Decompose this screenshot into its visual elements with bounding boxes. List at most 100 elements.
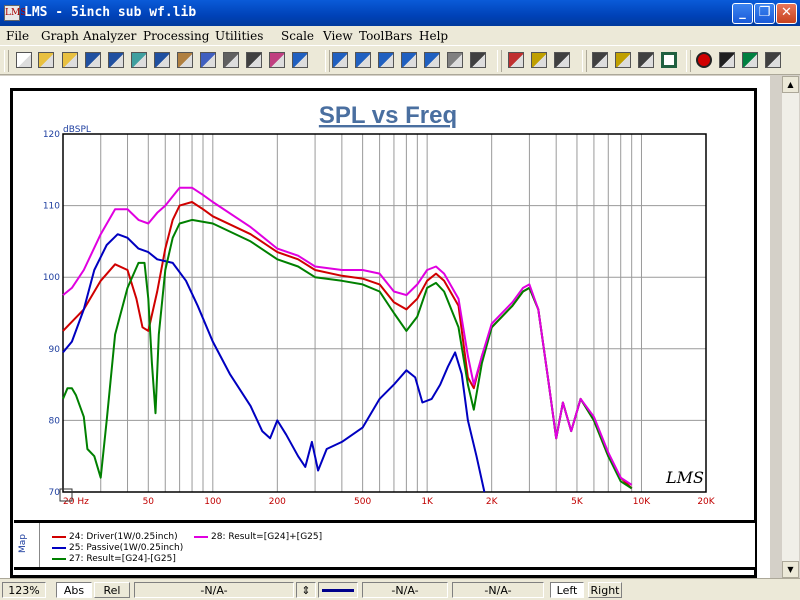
toolbar-grip[interactable] xyxy=(4,50,9,72)
y-tick-label: 110 xyxy=(43,202,60,212)
menu-utilities[interactable]: Utilities xyxy=(215,29,263,43)
legend-item-27[interactable]: 27: Result=[G24]-[G25] xyxy=(52,554,176,564)
menu-toolbars[interactable]: ToolBars xyxy=(359,29,412,43)
zoom-out-icon[interactable] xyxy=(332,52,348,68)
legend-label: 25: Passive(1W/0.25inch) xyxy=(69,543,184,553)
close-button[interactable]: ✕ xyxy=(776,3,797,24)
y-tick-label: 70 xyxy=(49,488,61,498)
x-tick-label: 1K xyxy=(421,497,434,507)
menu-scale[interactable]: Scale xyxy=(281,29,314,43)
menu-file[interactable]: File xyxy=(6,29,29,43)
x-tick-label: 20 Hz xyxy=(63,497,89,507)
stop-icon[interactable] xyxy=(661,52,677,68)
overlay-icon[interactable] xyxy=(638,52,654,68)
grid-icon[interactable] xyxy=(447,52,463,68)
map-label: Map xyxy=(18,534,28,553)
x-tick-label: 10K xyxy=(633,497,651,507)
zoom-2-icon[interactable] xyxy=(378,52,394,68)
zoom-level: 123% xyxy=(2,582,46,598)
status-readout-1: -N/A- xyxy=(134,582,294,598)
legend-swatch xyxy=(52,535,66,538)
window-title: LMS - 5inch sub wf.lib xyxy=(24,5,197,20)
status-bar: 123% Abs Rel -N/A- ⇕ -N/A- -N/A- Left Ri… xyxy=(0,578,800,600)
right-channel-button[interactable]: Right xyxy=(588,582,622,598)
hardware-icon[interactable] xyxy=(531,52,547,68)
print-icon[interactable] xyxy=(223,52,239,68)
toolbar-grip[interactable] xyxy=(325,50,330,72)
y-tick-label: 120 xyxy=(43,130,60,140)
lms-watermark: LMS xyxy=(665,468,704,487)
open-folder-icon[interactable] xyxy=(62,52,78,68)
print-preview-icon[interactable] xyxy=(200,52,216,68)
open-icon[interactable] xyxy=(38,52,54,68)
status-spinner-icon[interactable]: ⇕ xyxy=(296,582,316,598)
legend-label: 28: Result=[G24]+[G25] xyxy=(211,532,323,542)
line-style-indicator[interactable] xyxy=(318,582,358,598)
legend-panel: Map 24: Driver(1W/0.25inch) 25: Passive(… xyxy=(14,520,755,570)
legend-label: 27: Result=[G24]-[G25] xyxy=(69,554,176,564)
left-channel-button[interactable]: Left xyxy=(550,582,584,598)
notes-icon[interactable] xyxy=(246,52,262,68)
save-icon[interactable] xyxy=(85,52,101,68)
legend-item-25[interactable]: 25: Passive(1W/0.25inch) xyxy=(52,543,183,553)
status-readout-3: -N/A- xyxy=(452,582,544,598)
graph-frame: SPL vs Freq dBSPL 70 80 90 100 110 120 20 Hz 50… xyxy=(10,88,757,578)
y-tick-label: 100 xyxy=(43,273,60,283)
legend-item-24[interactable]: 24: Driver(1W/0.25inch) xyxy=(52,532,178,542)
plot-area xyxy=(62,133,707,493)
menu-bar: File Graph Analyzer Processing Utilities… xyxy=(0,26,800,45)
library-icon[interactable] xyxy=(177,52,193,68)
scroll-up-arrow-icon[interactable]: ▲ xyxy=(782,76,799,93)
legend-swatch xyxy=(194,535,208,538)
compare-icon[interactable] xyxy=(615,52,631,68)
legend-label: 24: Driver(1W/0.25inch) xyxy=(69,532,178,542)
export-icon[interactable] xyxy=(154,52,170,68)
y-tick-label: 80 xyxy=(49,416,61,426)
import-icon[interactable] xyxy=(131,52,147,68)
toolbar-grip[interactable] xyxy=(686,50,691,72)
x-tick-label: 5K xyxy=(571,497,584,507)
spl-chart[interactable]: SPL vs Freq dBSPL 70809010011012020 Hz 50… xyxy=(13,91,754,575)
rel-button[interactable]: Rel xyxy=(94,582,130,598)
chart-title: SPL vs Freq xyxy=(319,102,457,129)
restore-button[interactable]: ❐ xyxy=(754,3,775,24)
vertical-scrollbar[interactable]: ▲ ▼ xyxy=(781,76,799,578)
abs-button[interactable]: Abs xyxy=(56,582,92,598)
zoom-1-icon[interactable] xyxy=(355,52,371,68)
minimize-button[interactable]: _ xyxy=(732,3,753,24)
legend-side-tab[interactable]: Map xyxy=(14,523,40,567)
target-icon[interactable] xyxy=(554,52,570,68)
zoom-in-icon[interactable] xyxy=(292,52,308,68)
title-bar: LMS LMS - 5inch sub wf.lib _ ❐ ✕ xyxy=(0,0,800,26)
legend-item-28[interactable]: 28: Result=[G24]+[G25] xyxy=(194,532,322,542)
menu-analyzer[interactable]: Analyzer xyxy=(83,29,136,43)
record-icon[interactable] xyxy=(696,52,712,68)
menu-processing[interactable]: Processing xyxy=(143,29,209,43)
zoom-4-icon[interactable] xyxy=(401,52,417,68)
save-as-icon[interactable] xyxy=(108,52,124,68)
scroll-down-arrow-icon[interactable]: ▼ xyxy=(782,561,799,578)
toolbar-grip[interactable] xyxy=(497,50,502,72)
run-icon[interactable] xyxy=(719,52,735,68)
y-tick-label: 90 xyxy=(49,345,61,355)
connect-icon[interactable] xyxy=(742,52,758,68)
probe-icon[interactable] xyxy=(765,52,781,68)
line-style-swatch xyxy=(322,589,354,592)
graph-icon[interactable] xyxy=(508,52,524,68)
chart-grid xyxy=(62,133,707,493)
zoom-8-icon[interactable] xyxy=(424,52,440,68)
menu-help[interactable]: Help xyxy=(419,29,448,43)
curve-library-icon[interactable] xyxy=(269,52,285,68)
menu-graph[interactable]: Graph xyxy=(41,29,79,43)
x-tick-label: 2K xyxy=(486,497,499,507)
status-readout-2: -N/A- xyxy=(362,582,448,598)
x-tick-label: 50 xyxy=(143,497,155,507)
legend-swatch xyxy=(52,557,66,560)
x-tick-label: 100 xyxy=(204,497,221,507)
menu-view[interactable]: View xyxy=(323,29,353,43)
table-icon[interactable] xyxy=(470,52,486,68)
toolbar-grip[interactable] xyxy=(582,50,587,72)
markers-icon[interactable] xyxy=(592,52,608,68)
lms-app-icon[interactable]: LMS xyxy=(4,5,26,21)
new-icon[interactable] xyxy=(16,52,32,68)
